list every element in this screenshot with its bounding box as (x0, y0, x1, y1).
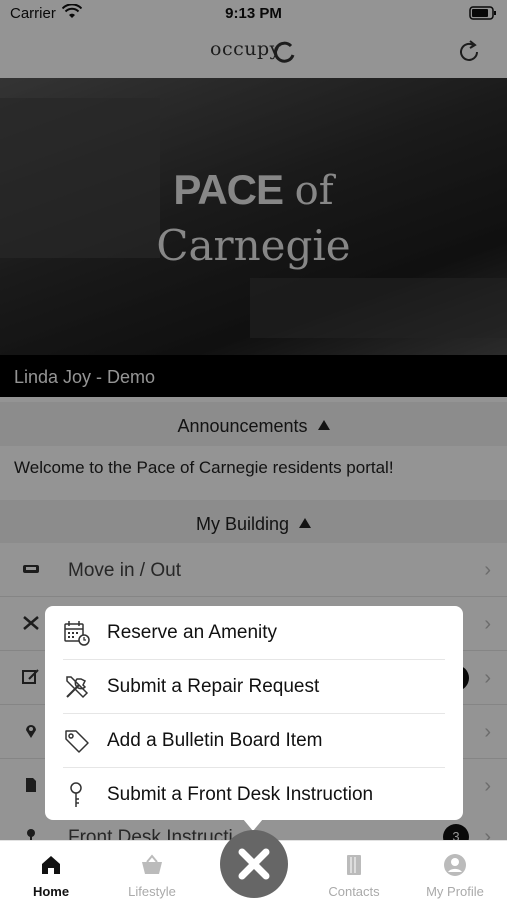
calendar-clock-icon (64, 621, 90, 646)
contacts-book-icon (347, 855, 361, 875)
tab-contacts[interactable]: Contacts (304, 841, 404, 900)
action-label: Submit a Front Desk Instruction (107, 784, 374, 805)
tab-label: Contacts (328, 884, 380, 899)
close-icon (238, 848, 270, 880)
tab-label: Lifestyle (128, 884, 176, 899)
close-actions-button[interactable] (220, 830, 288, 898)
tab-label: My Profile (426, 884, 484, 899)
tab-my-profile[interactable]: My Profile (405, 841, 505, 900)
action-add-bulletin[interactable]: Add a Bulletin Board Item (63, 714, 445, 767)
tag-icon (65, 730, 89, 753)
action-label: Reserve an Amenity (107, 622, 278, 643)
basket-icon (142, 854, 162, 874)
action-submit-repair[interactable]: Submit a Repair Request (63, 660, 445, 713)
home-icon (42, 856, 60, 874)
action-front-desk-instruction[interactable]: Submit a Front Desk Instruction (63, 768, 445, 821)
key-icon (70, 782, 82, 807)
action-label: Submit a Repair Request (107, 676, 320, 697)
tools-icon (66, 676, 89, 699)
action-label: Add a Bulletin Board Item (107, 730, 323, 751)
tab-label: Home (32, 884, 70, 899)
profile-icon (444, 854, 466, 876)
tab-lifestyle[interactable]: Lifestyle (102, 841, 202, 900)
quick-actions-popup: Reserve an Amenity Submit a Repair Reque… (45, 606, 463, 820)
action-reserve-amenity[interactable]: Reserve an Amenity (63, 606, 445, 659)
tab-home[interactable]: Home (1, 841, 101, 900)
